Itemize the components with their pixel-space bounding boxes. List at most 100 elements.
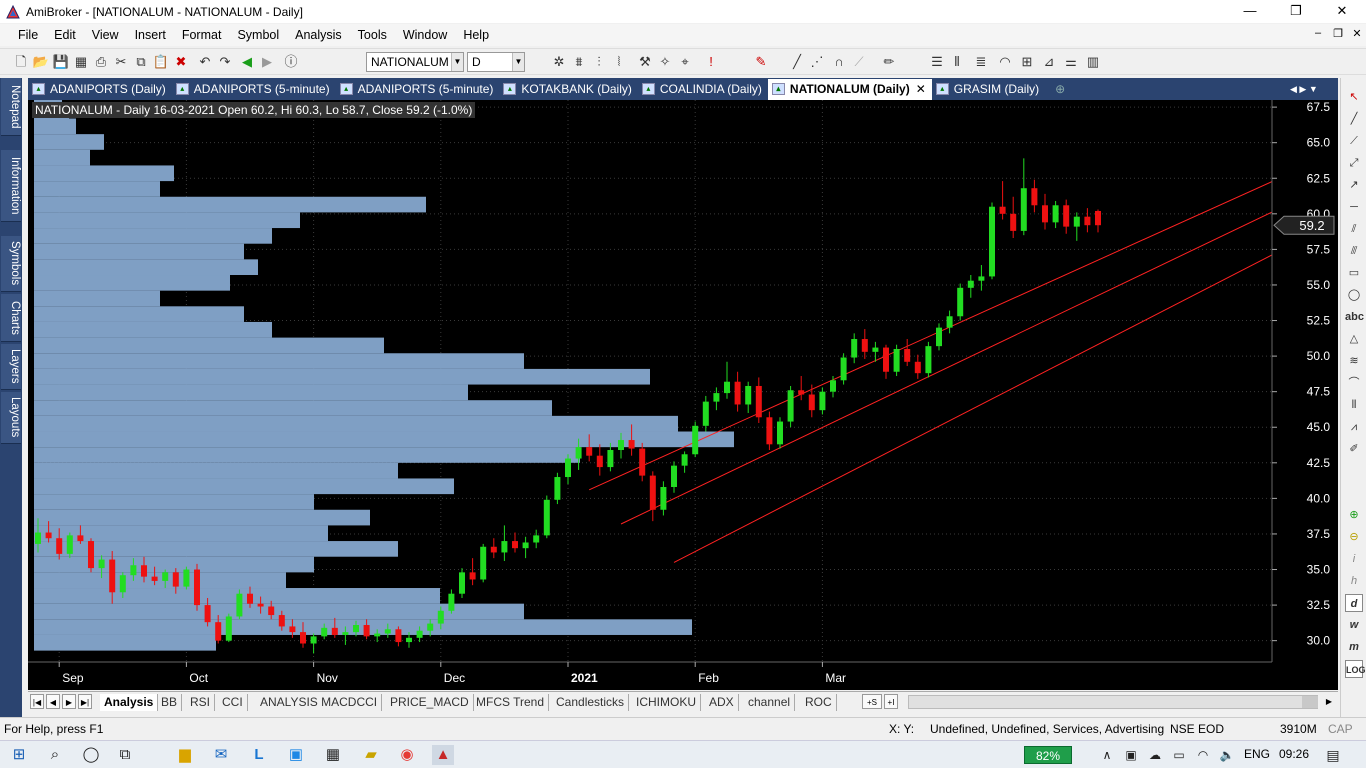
tab-layers[interactable]: Layers xyxy=(1,344,21,390)
fan-icon[interactable]: ⊿ xyxy=(1040,53,1058,71)
menu-format[interactable]: Format xyxy=(174,24,230,46)
doc-tab-coalindia-daily[interactable]: ▴ COALINDIA (Daily) xyxy=(638,79,768,100)
media-icon[interactable]: ▦ xyxy=(322,745,344,765)
doc-tab-adaniports-5min[interactable]: ▴ ADANIPORTS (5-minute) xyxy=(172,79,336,100)
mdi-minimize-icon[interactable]: – xyxy=(1310,27,1326,39)
menu-window[interactable]: Window xyxy=(395,24,455,46)
daily-hourly-icon[interactable]: h xyxy=(1345,572,1363,590)
task-view-icon[interactable]: ⧉ xyxy=(114,745,136,765)
scan-icon[interactable]: ⌖ xyxy=(676,53,694,71)
volume-icon[interactable]: 🔈 xyxy=(1216,745,1238,765)
horizontal-scrollbar[interactable] xyxy=(908,695,1318,709)
store-icon[interactable]: ▣ xyxy=(285,745,307,765)
cloud-icon[interactable]: ☁ xyxy=(1144,745,1166,765)
cortana-icon[interactable]: ◯ xyxy=(80,745,102,765)
next-sheet-icon[interactable]: ▶ xyxy=(62,694,76,709)
notes-icon[interactable]: ▰ xyxy=(360,745,382,765)
gear-icon[interactable]: ✲ xyxy=(550,53,568,71)
ray-icon[interactable]: ⟋ xyxy=(1345,132,1363,150)
sheet-tab-candlesticks[interactable]: Candlesticks xyxy=(552,694,630,711)
close-tab-icon[interactable]: ✕ xyxy=(916,82,926,96)
last-sheet-icon[interactable]: ▶| xyxy=(78,694,92,709)
app-l-icon[interactable]: L xyxy=(248,745,270,765)
tab-symbols[interactable]: Symbols xyxy=(1,236,21,292)
line-tool-icon[interactable]: ╱ xyxy=(788,53,806,71)
vertical-lines-icon[interactable]: ⦀ xyxy=(948,53,966,71)
intraday-icon[interactable]: i xyxy=(1345,550,1363,568)
pencil-icon[interactable]: ✏ xyxy=(880,53,898,71)
chevron-up-icon[interactable]: ∧ xyxy=(1096,745,1118,765)
new-icon[interactable]: 🗋 xyxy=(12,53,30,71)
sheet-tab-cci[interactable]: CCI xyxy=(218,694,248,711)
save-all-icon[interactable]: ▦ xyxy=(72,53,90,71)
prev-sheet-icon[interactable]: ◀ xyxy=(46,694,60,709)
parallel-lines-icon[interactable]: ⫽ xyxy=(1345,220,1363,238)
redo-icon[interactable]: ↷ xyxy=(216,53,234,71)
sheet-tab-roc[interactable]: ROC xyxy=(801,694,837,711)
sheet-tab-rsi[interactable]: RSI xyxy=(186,694,216,711)
undo-icon[interactable]: ↶ xyxy=(196,53,214,71)
horizontal-line-icon[interactable]: ─ xyxy=(1345,198,1363,216)
minimize-button[interactable]: — xyxy=(1227,0,1273,23)
trendline-icon[interactable]: ╱ xyxy=(1345,110,1363,128)
color-pen-icon[interactable]: ✎ xyxy=(752,53,770,71)
copy-icon[interactable]: ⧉ xyxy=(132,53,150,71)
candle-icon[interactable]: ⩩ xyxy=(570,53,588,71)
cut-icon[interactable]: ✂ xyxy=(112,53,130,71)
doc-tab-grasim-daily[interactable]: ▴ GRASIM (Daily) xyxy=(932,79,1045,100)
channel-icon[interactable]: ⫻ xyxy=(1345,242,1363,260)
print-icon[interactable]: ⎙ xyxy=(92,53,110,71)
battery-indicator[interactable]: 82% xyxy=(1024,746,1072,764)
amibroker-task-icon[interactable]: ▲ xyxy=(432,745,454,765)
file-explorer-icon[interactable]: ▆ xyxy=(174,745,196,765)
list-icon[interactable]: ☰ xyxy=(928,53,946,71)
sheet-tab-price-macd[interactable]: PRICE_MACD xyxy=(386,694,474,711)
menu-tools[interactable]: Tools xyxy=(350,24,395,46)
tab-charts[interactable]: Charts xyxy=(1,294,21,342)
menu-help[interactable]: Help xyxy=(455,24,497,46)
tray-icon[interactable]: ▣ xyxy=(1120,745,1142,765)
close-button[interactable]: ✕ xyxy=(1319,0,1365,23)
wifi-icon[interactable]: ◠ xyxy=(1192,745,1214,765)
daily-interval-icon[interactable]: d xyxy=(1345,594,1363,612)
dotted-line-icon[interactable]: ⋰ xyxy=(808,53,826,71)
menu-edit[interactable]: Edit xyxy=(46,24,84,46)
first-sheet-icon[interactable]: |◀ xyxy=(30,694,44,709)
weekly-interval-icon[interactable]: w xyxy=(1345,616,1363,634)
ray-icon[interactable]: ⟋ xyxy=(850,53,868,71)
price-chart-svg[interactable]: 30.0 32.5 35.0 37.5 40.0 42.5 45.0 47.5 50.0 52.5… xyxy=(28,100,1338,690)
menu-analysis[interactable]: Analysis xyxy=(287,24,350,46)
scroll-right-icon[interactable]: ▶ xyxy=(1322,694,1336,709)
mail-icon[interactable]: ✉ xyxy=(210,745,232,765)
doc-tab-nationalum-daily[interactable]: ▴ NATIONALUM (Daily) ✕ xyxy=(767,79,932,100)
fibonacci-icon[interactable]: ≋ xyxy=(1345,352,1363,370)
back-icon[interactable]: ◀ xyxy=(238,53,256,71)
sheet-tab-analysis[interactable]: Analysis xyxy=(100,694,159,711)
chevron-down-icon[interactable]: ▼ xyxy=(451,53,463,71)
arc-icon[interactable]: ⌒ xyxy=(1345,374,1363,392)
tab-information[interactable]: Information xyxy=(1,150,21,222)
save-icon[interactable]: 💾 xyxy=(52,53,70,71)
search-icon[interactable]: ⌕ xyxy=(44,745,66,765)
alert-icon[interactable]: ! xyxy=(702,53,720,71)
hammer-icon[interactable]: ⚒ xyxy=(636,53,654,71)
doc-tab-kotakbank-daily[interactable]: ▴ KOTAKBANK (Daily) xyxy=(499,79,637,100)
info-icon[interactable]: ⓘ xyxy=(282,53,300,71)
grid-lines-icon[interactable]: ≣ xyxy=(972,53,990,71)
language-indicator[interactable]: ENG xyxy=(1244,747,1270,761)
bar-chart-icon[interactable]: ⫶ xyxy=(590,53,608,71)
menu-insert[interactable]: Insert xyxy=(127,24,174,46)
windows-start-icon[interactable]: ⊞ xyxy=(8,745,30,765)
levels-icon[interactable]: ⚌ xyxy=(1062,53,1080,71)
chevron-down-icon[interactable]: ▼ xyxy=(512,53,524,71)
select-arrow-icon[interactable]: ↖ xyxy=(1345,88,1363,106)
indicator-icon[interactable]: ⦚ xyxy=(610,53,628,71)
zoom-in-icon[interactable]: ⊕ xyxy=(1345,506,1363,524)
monthly-interval-icon[interactable]: m xyxy=(1345,638,1363,656)
clock[interactable]: 09:26 xyxy=(1279,747,1309,761)
tab-scroll-icon[interactable]: ◀ ▶ ▼ xyxy=(1290,79,1324,100)
zigzag-icon[interactable]: ⩘ xyxy=(1345,418,1363,436)
arrow-line-icon[interactable]: ↗ xyxy=(1345,176,1363,194)
sheet-tab-mfcs-trend[interactable]: MFCS Trend xyxy=(472,694,550,711)
mdi-restore-icon[interactable]: ❐ xyxy=(1330,27,1346,40)
